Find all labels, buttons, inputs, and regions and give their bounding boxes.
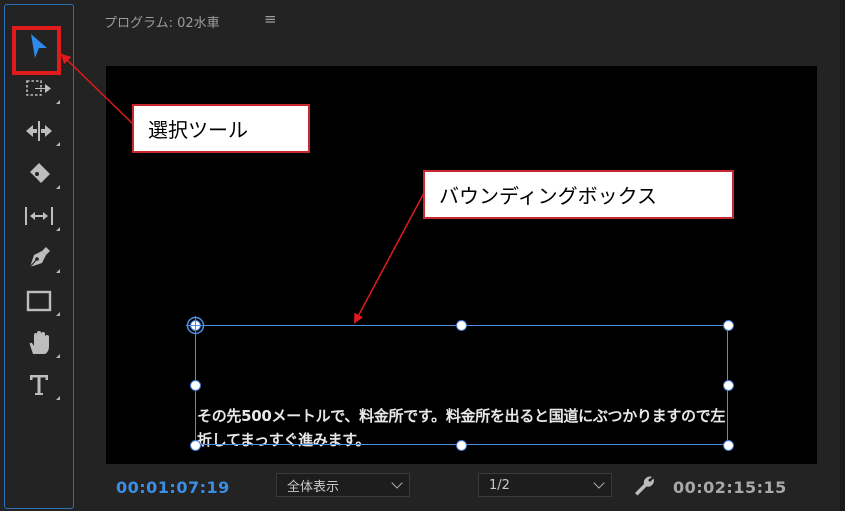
- bounding-box-arrow: [354, 192, 425, 324]
- select-tool-arrow: [60, 53, 134, 125]
- select-tool-callout: 選択ツール: [132, 104, 310, 153]
- annotation-arrows: [60, 53, 425, 324]
- bounding-box-callout: バウンディングボックス: [423, 170, 734, 219]
